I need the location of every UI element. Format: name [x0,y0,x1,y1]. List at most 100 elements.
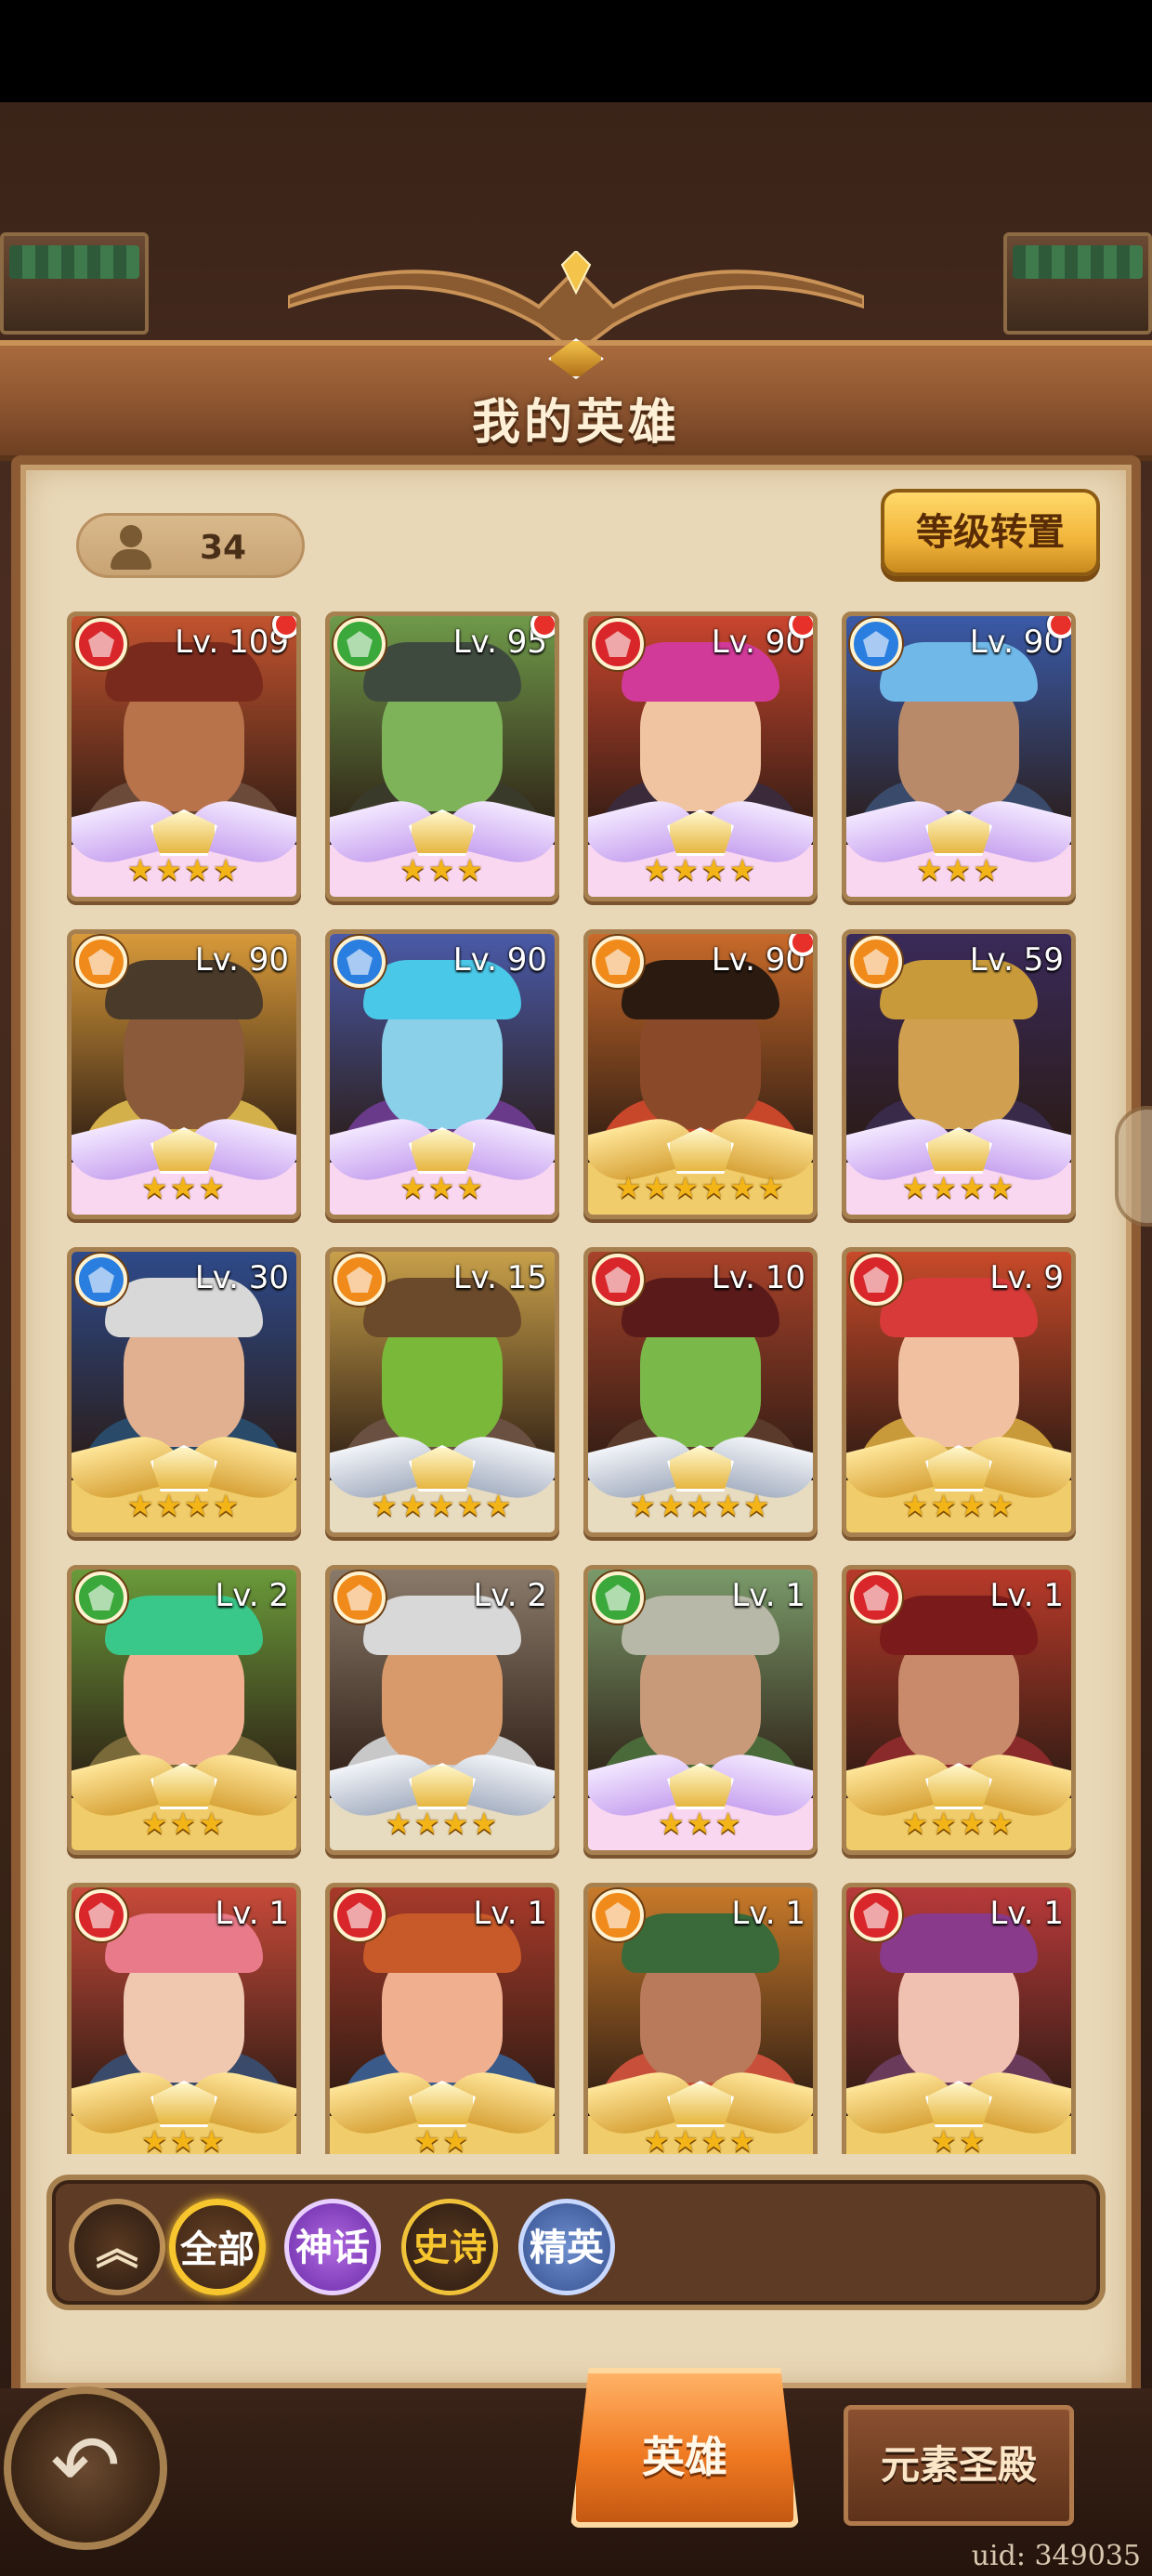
hero-level: Lv. 90 [452,941,547,979]
side-scroll-handle[interactable] [1115,1106,1152,1227]
hero-card[interactable]: ★★★★★ Lv. 15 [325,1247,559,1537]
fire-element-icon [850,1571,902,1623]
hero-level: Lv. 15 [452,1259,547,1296]
hero-level: Lv. 1 [989,1895,1064,1932]
page-title: 我的英雄 [471,395,680,451]
hero-stars: ★★★★ [901,1806,1016,1841]
hero-card[interactable]: ★★★★ Lv. 59 [842,929,1076,1219]
hero-card[interactable]: ★★ Lv. 1 [325,1883,559,2154]
nature-element-icon [75,1571,127,1623]
hero-card[interactable]: ★★★ Lv. 1 [67,1883,301,2154]
nature-element-icon [334,618,386,670]
hero-stars: ★★★★ [643,2123,758,2154]
hero-card[interactable]: ★★★★★★ Lv. 90 [583,929,818,1219]
person-icon [107,523,153,572]
hero-card[interactable]: ★★★ Lv. 90 [67,929,301,1219]
hero-stars: ★★★ [399,1170,486,1205]
light-element-icon [850,936,902,988]
water-element-icon [334,936,386,988]
collapse-chevron-icon[interactable]: ︽ [69,2199,165,2295]
hero-count-badge: 34 [76,513,305,578]
hero-card[interactable]: ★★★ Lv. 2 [67,1565,301,1855]
hero-stars: ★★★ [140,1806,228,1841]
notification-dot [272,616,296,638]
tab-element-shrine[interactable]: 元素圣殿 [844,2405,1074,2526]
notification-dot [1047,616,1071,638]
hero-stars: ★★★★ [643,852,758,887]
fire-element-icon [75,1889,127,1941]
status-bar-area [0,0,1152,102]
fire-element-icon [334,1889,386,1941]
hero-level: Lv. 90 [194,941,289,979]
hero-card[interactable]: ★★★★ Lv. 109 [67,611,301,901]
water-element-icon [850,618,902,670]
back-arrow-icon[interactable]: ↶ [4,2386,167,2550]
filter-myth-button[interactable]: 神话 [284,2199,381,2295]
hero-card[interactable]: ★★★★ Lv. 30 [67,1247,301,1537]
hero-stars: ★★ [413,2123,471,2154]
nature-element-icon [592,1571,644,1623]
hero-card[interactable]: ★★★ Lv. 90 [842,611,1076,901]
hero-card[interactable]: ★★★★ Lv. 90 [583,611,818,901]
notification-dot [530,616,555,638]
hero-level: Lv. 30 [194,1259,289,1296]
hero-card[interactable]: ★★★ Lv. 95 [325,611,559,901]
hero-level: Lv. 10 [711,1259,805,1296]
hero-card[interactable]: ★★★★ Lv. 2 [325,1565,559,1855]
light-element-icon [334,1571,386,1623]
filter-epic-button[interactable]: 史诗 [401,2199,498,2295]
hero-card[interactable]: ★★ Lv. 1 [842,1883,1076,2154]
fire-element-icon [592,618,644,670]
hero-card[interactable]: ★★★★★ Lv. 10 [583,1247,818,1537]
hero-card[interactable]: ★★★ Lv. 90 [325,929,559,1219]
hero-stars: ★★★ [399,852,486,887]
hero-stars: ★★★★ [126,852,242,887]
level-transfer-button[interactable]: 等级转置 [881,489,1100,576]
hero-level: Lv. 2 [473,1577,547,1614]
water-element-icon [75,1254,127,1306]
hero-level: Lv. 1 [731,1577,805,1614]
hero-stars: ★★★ [140,1170,228,1205]
hero-stars: ★★ [930,2123,988,2154]
hero-level: Lv. 109 [175,624,289,661]
hero-card[interactable]: ★★★ Lv. 1 [583,1565,818,1855]
rarity-filter-bar: ︽ 全部 神话 史诗 精英 [46,2175,1106,2310]
hero-stars: ★★★★ [385,1806,500,1841]
fire-element-icon [850,1889,902,1941]
hero-stars: ★★★★★ [629,1488,772,1523]
fire-element-icon [592,1254,644,1306]
hero-level: Lv. 1 [731,1895,805,1932]
filter-elite-button[interactable]: 精英 [518,2199,615,2295]
tab-heroes[interactable]: 英雄 [570,2368,799,2528]
hero-stars: ★★★★ [901,1488,1016,1523]
right-pillar-decoration [1003,232,1152,335]
light-element-icon [592,1889,644,1941]
filter-all-button[interactable]: 全部 [169,2199,266,2295]
hero-grid: ★★★★ Lv. 109 ★★★ Lv. 95 ★★★★ Lv. 90 ★★★ Lv. 90 ★… [67,611,1089,2154]
fire-element-icon [75,618,127,670]
hero-count-value: 34 [200,529,247,567]
light-element-icon [334,1254,386,1306]
hero-stars: ★★★★★ [371,1488,514,1523]
arch-ornament [288,251,864,353]
hero-level: Lv. 1 [473,1895,547,1932]
light-element-icon [592,936,644,988]
hero-card[interactable]: ★★★★ Lv. 1 [583,1883,818,2154]
hero-level: Lv. 2 [215,1577,289,1614]
hero-level: Lv. 1 [989,1577,1064,1614]
light-element-icon [75,936,127,988]
hero-stars: ★★★★ [901,1170,1016,1205]
fire-element-icon [850,1254,902,1306]
hero-stars: ★★★ [915,852,1002,887]
hero-stars: ★★★★ [126,1488,242,1523]
hero-level: Lv. 9 [989,1259,1064,1296]
hero-level: Lv. 59 [969,941,1064,979]
hero-card[interactable]: ★★★★ Lv. 1 [842,1565,1076,1855]
hero-stars: ★★★ [657,1806,744,1841]
left-pillar-decoration [0,232,149,335]
hero-stars: ★★★ [140,2123,228,2154]
notification-dot [789,934,813,956]
hero-card[interactable]: ★★★★ Lv. 9 [842,1247,1076,1537]
notification-dot [789,616,813,638]
hero-stars: ★★★★★★ [614,1170,787,1205]
